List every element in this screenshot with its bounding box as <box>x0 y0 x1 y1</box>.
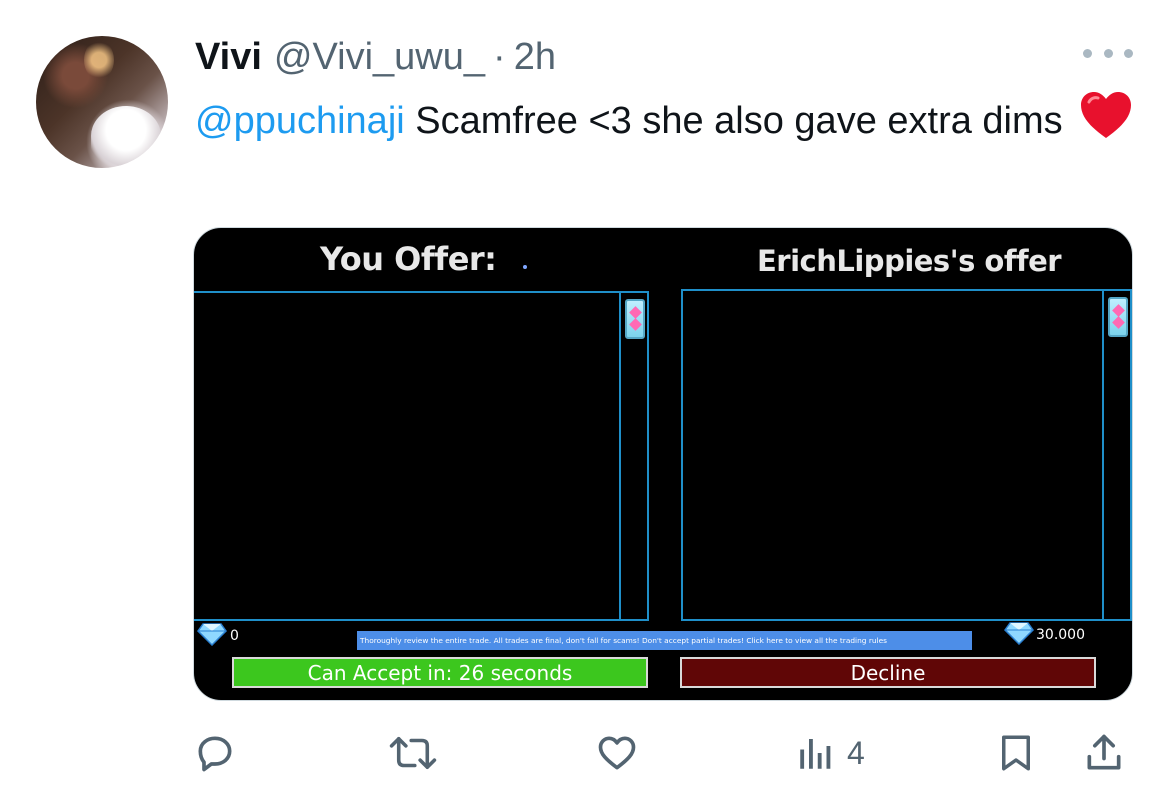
tweet-header: Vivi @Vivi_uwu_ · 2h <box>195 32 556 82</box>
scroll-track <box>619 293 621 619</box>
views-icon <box>800 739 831 769</box>
tweet-actions: 4 <box>0 720 1170 790</box>
separator-dot: · <box>493 36 506 78</box>
diamond-icon <box>1004 622 1034 645</box>
title-dot <box>523 265 527 269</box>
mention-link[interactable]: @ppuchinaji <box>195 100 405 142</box>
views-button[interactable]: 4 <box>795 730 865 776</box>
bookmark-icon[interactable] <box>995 730 1037 776</box>
tweet-time[interactable]: 2h <box>514 32 556 82</box>
your-gem-count: 0 <box>230 628 239 644</box>
scroll-handle-icon <box>625 299 645 339</box>
more-options-icon[interactable] <box>1083 38 1133 68</box>
their-gem-count: 30.000 <box>1036 627 1085 643</box>
diamond-icon <box>197 623 227 646</box>
views-count: 4 <box>847 734 865 771</box>
reply-icon[interactable] <box>193 730 237 776</box>
display-name[interactable]: Vivi <box>195 32 262 82</box>
trade-rules-notice[interactable]: Thoroughly review the entire trade. All … <box>357 631 972 650</box>
avatar-light <box>84 40 114 80</box>
their-offer-title: ErichLippies's offer <box>757 244 1062 278</box>
heart-emoji-icon <box>1079 90 1133 156</box>
like-icon[interactable] <box>594 730 640 776</box>
your-offer-pane <box>194 291 649 621</box>
tweet-text: @ppuchinaji Scamfree <3 she also gave ex… <box>195 90 1135 156</box>
accept-button[interactable]: Can Accept in: 26 seconds <box>232 657 648 688</box>
user-handle[interactable]: @Vivi_uwu_ <box>274 32 485 82</box>
scroll-track <box>1102 291 1104 619</box>
scroll-handle-icon <box>1108 297 1128 337</box>
avatar-figure <box>91 106 161 166</box>
tweet-body: Scamfree <3 she also gave extra dims <box>415 100 1063 143</box>
decline-button[interactable]: Decline <box>680 657 1096 688</box>
avatar[interactable] <box>36 36 168 168</box>
retweet-icon[interactable] <box>388 730 438 776</box>
their-offer-pane <box>681 289 1132 621</box>
tweet-media-image[interactable]: You Offer: ErichLippies's offer 0 Thorou… <box>193 227 1133 701</box>
you-offer-title: You Offer: <box>320 240 497 278</box>
share-icon[interactable] <box>1082 730 1126 776</box>
